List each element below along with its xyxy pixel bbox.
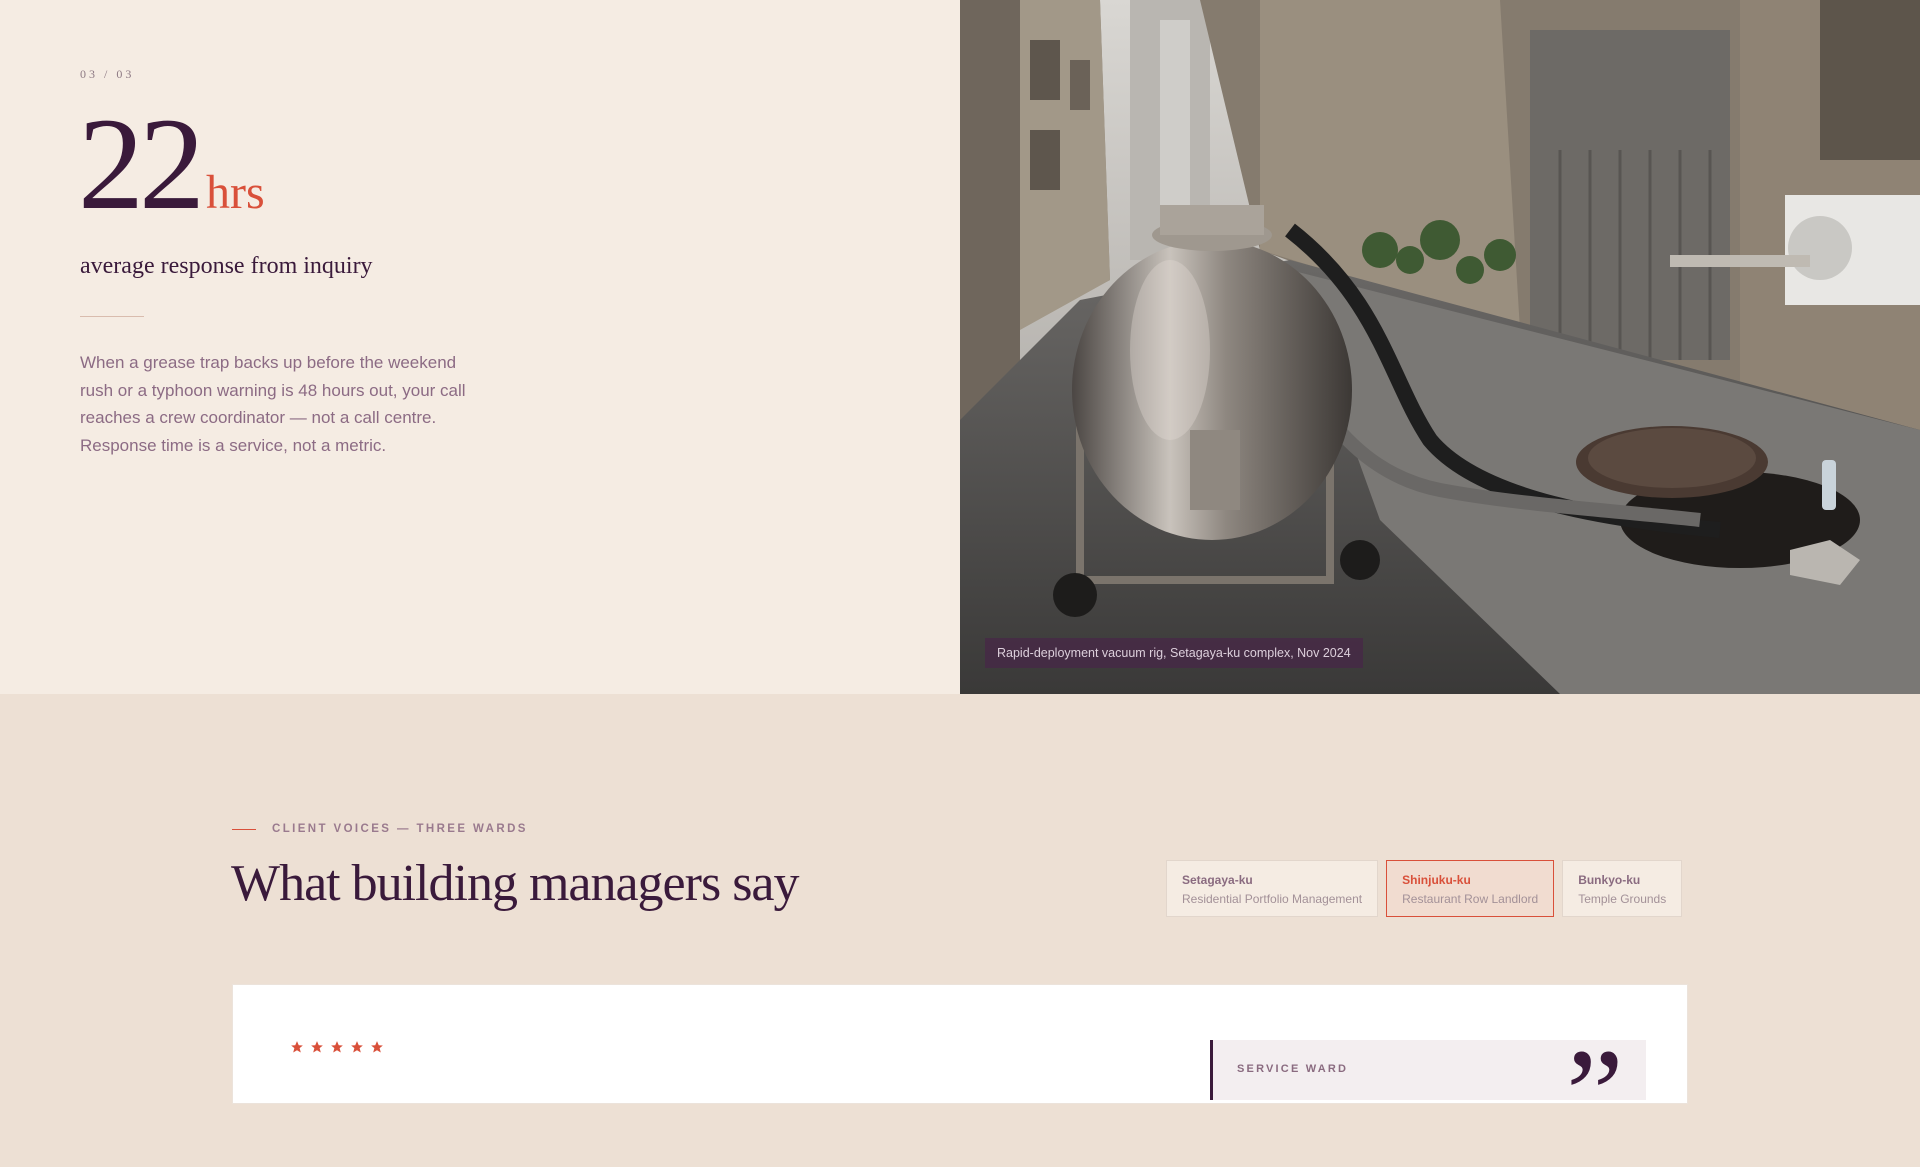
tab-bunkyo[interactable]: Bunkyo-ku Temple Grounds bbox=[1562, 860, 1683, 917]
section-kicker: CLIENT VOICES — THREE WARDS bbox=[232, 823, 528, 835]
tab-setagaya[interactable]: Setagaya-ku Residential Portfolio Manage… bbox=[1166, 860, 1379, 917]
stat-label: average response from inquiry bbox=[80, 253, 373, 279]
hero-photo bbox=[960, 0, 1920, 694]
stat-description: When a grease trap backs up before the w… bbox=[80, 353, 466, 455]
quote-mark-icon: ” bbox=[1566, 1023, 1624, 1167]
tab-client-role: Restaurant Row Landlord bbox=[1402, 892, 1539, 906]
photo-caption: Rapid-deployment vacuum rig, Setagaya-ku… bbox=[985, 638, 1363, 668]
star-icon bbox=[311, 1041, 323, 1053]
tab-ward-name: Setagaya-ku bbox=[1182, 873, 1253, 887]
kicker-accent-line bbox=[232, 828, 256, 830]
star-icon bbox=[371, 1041, 383, 1053]
star-icon bbox=[351, 1041, 363, 1053]
service-ward-label: SERVICE WARD bbox=[1237, 1063, 1349, 1075]
slide-counter: 03 / 03 bbox=[80, 67, 135, 81]
divider bbox=[80, 316, 144, 317]
stat-figure: 22 hrs bbox=[78, 98, 265, 230]
tab-ward-name: Bunkyo-ku bbox=[1578, 873, 1641, 887]
ward-tabs: Setagaya-ku Residential Portfolio Manage… bbox=[1166, 860, 1683, 917]
tab-ward-name: Shinjuku-ku bbox=[1402, 873, 1471, 887]
kicker-text: CLIENT VOICES — THREE WARDS bbox=[272, 823, 528, 835]
stat-unit: hrs bbox=[206, 166, 265, 219]
vacuum-rig-alley-image bbox=[960, 0, 1920, 694]
star-icon bbox=[331, 1041, 343, 1053]
tab-client-role: Temple Grounds bbox=[1578, 892, 1667, 906]
stat-panel: 03 / 03 22 hrs average response from inq… bbox=[0, 0, 960, 694]
stat-section: 03 / 03 22 hrs average response from inq… bbox=[0, 0, 1920, 694]
star-rating bbox=[290, 1040, 390, 1054]
tab-shinjuku[interactable]: Shinjuku-ku Restaurant Row Landlord bbox=[1386, 860, 1555, 917]
stat-value: 22 bbox=[78, 90, 205, 237]
tab-client-role: Residential Portfolio Management bbox=[1182, 892, 1363, 906]
section-heading: What building managers say bbox=[231, 855, 800, 912]
star-icon bbox=[291, 1041, 303, 1053]
